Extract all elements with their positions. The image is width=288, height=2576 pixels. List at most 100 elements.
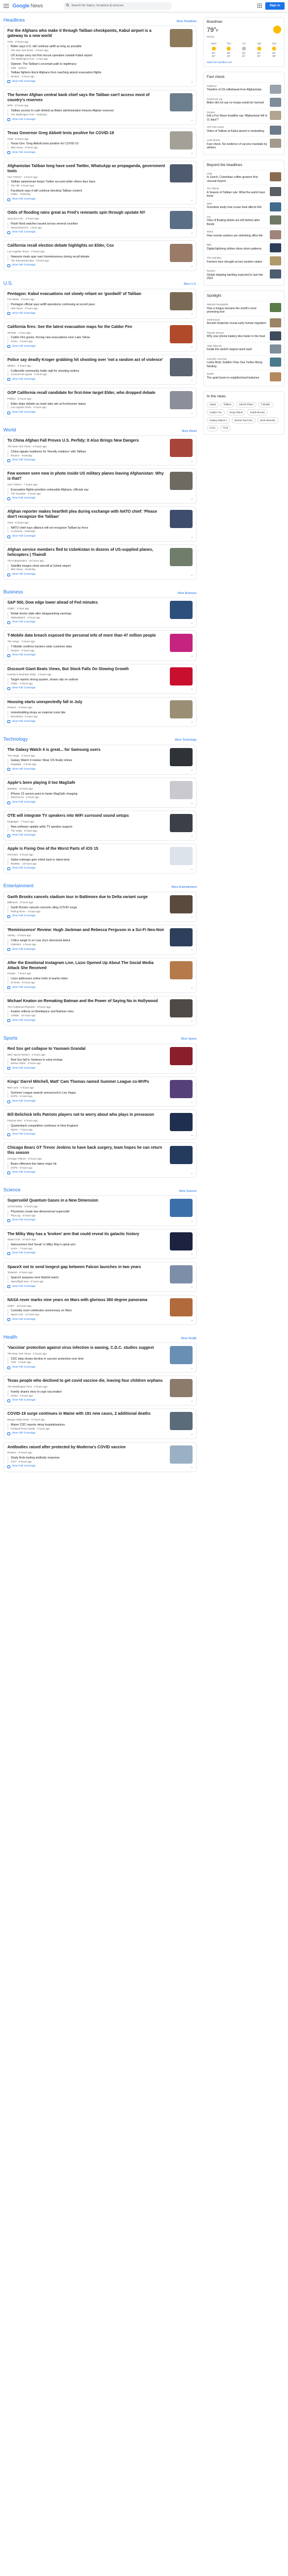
expand-chevron-icon[interactable]: ⌄ <box>191 1171 193 1175</box>
related-story[interactable]: NATO chief says alliance will not recogn… <box>7 526 166 533</box>
story-thumbnail[interactable] <box>170 358 193 376</box>
related-headline[interactable]: Facebook says it will continue blocking … <box>11 189 166 193</box>
story-headline[interactable]: S&P 500, Dow edge lower ahead of Fed min… <box>7 601 166 606</box>
expand-chevron-icon[interactable]: ⌄ <box>191 264 193 268</box>
expand-chevron-icon[interactable]: ⌄ <box>191 1252 193 1256</box>
related-headline[interactable]: Target reports strong quarter, shares sl… <box>11 678 166 682</box>
related-headline[interactable]: CDC data shows decline in vaccine protec… <box>11 1357 166 1361</box>
story-thumbnail[interactable] <box>170 895 193 913</box>
story-thumbnail[interactable] <box>170 781 193 800</box>
story-headline[interactable]: Garth Brooks cancels stadium tour in Bal… <box>7 895 166 900</box>
sidebar-story-title[interactable]: Global shipping backlog expected to last… <box>207 273 268 281</box>
expand-chevron-icon[interactable]: ⌄ <box>191 1019 193 1023</box>
story-thumbnail[interactable] <box>170 1146 193 1165</box>
story-headline[interactable]: The Milky Way has a 'broken' arm that co… <box>7 1232 166 1237</box>
related-headline[interactable]: US troops carry out first rescue operati… <box>11 54 166 58</box>
related-story[interactable]: Physicists create two-dimensional supers… <box>7 1210 166 1218</box>
related-headline[interactable]: Study finds lasting antibody response <box>11 1456 166 1460</box>
full-coverage-link[interactable]: View Full Coverage <box>7 1019 166 1023</box>
related-story[interactable]: Facebook says it will continue blocking … <box>7 189 166 196</box>
topic-chip[interactable]: Garth Brooks <box>247 409 268 416</box>
related-story[interactable]: Summer League awards announced in Las Ve… <box>7 1091 166 1099</box>
sidebar-story-title[interactable]: Inside the world's largest seed vault <box>207 348 268 352</box>
story-headline[interactable]: Apple's been playing it too MagSafe <box>7 781 166 786</box>
section-more-link[interactable]: More World <box>182 430 197 434</box>
related-headline[interactable]: Texas Gov. Greg Abbott tests positive fo… <box>11 142 166 146</box>
expand-chevron-icon[interactable]: ⌄ <box>191 412 193 416</box>
section-title[interactable]: Health <box>3 1334 18 1340</box>
story-headline[interactable]: Pentagon: Kabul evacuations not slowly r… <box>7 292 166 297</box>
story-thumbnail[interactable] <box>170 1298 193 1316</box>
story-thumbnail[interactable] <box>170 391 193 410</box>
related-story[interactable]: Astronomers find 'break' in Milky Way's … <box>7 1243 166 1250</box>
section-title[interactable]: U.S. <box>3 280 13 286</box>
full-coverage-link[interactable]: View Full Coverage <box>7 1432 166 1435</box>
sidebar-story-title[interactable]: Video of Taliban at Kabul airport is mis… <box>207 130 268 134</box>
story-thumbnail[interactable] <box>170 1346 193 1365</box>
full-coverage-link[interactable]: View Full Coverage <box>7 231 166 234</box>
related-story[interactable]: SpaceX prepares next Starlink batch Space… <box>7 1276 166 1283</box>
full-coverage-link[interactable]: View Full Coverage <box>7 654 166 657</box>
full-coverage-link[interactable]: View Full Coverage <box>7 801 166 804</box>
story-headline[interactable]: Discount Giant Beats Views, But Stock Fa… <box>7 667 166 672</box>
related-story[interactable]: Taliban spokesman keeps Twitter account … <box>7 180 166 188</box>
story-headline[interactable]: Texas people who declined to get covid v… <box>7 1379 166 1384</box>
sidebar-story-title[interactable]: Scientists study how ocean heat affects … <box>207 206 268 210</box>
section-more-link[interactable]: More Sports <box>181 1037 197 1041</box>
sidebar-story[interactable]: The Atlantic A Season of Taliban rule: Wh… <box>207 185 281 200</box>
story-thumbnail[interactable] <box>170 1265 193 1283</box>
story-thumbnail[interactable] <box>170 1046 193 1065</box>
sign-in-button[interactable]: Sign in <box>265 2 285 10</box>
expand-chevron-icon[interactable]: ⌄ <box>191 915 193 919</box>
related-headline[interactable]: Garth Brooks cancels concerts citing COV… <box>11 906 166 910</box>
related-headline[interactable]: Taliban access to cash limited as Biden … <box>11 109 166 113</box>
related-story[interactable]: Quarterback competition continues in New… <box>7 1124 166 1132</box>
full-coverage-link[interactable]: View Full Coverage <box>7 1252 166 1256</box>
expand-chevron-icon[interactable]: ⌄ <box>191 198 193 202</box>
related-headline[interactable]: iPhone 13 rumors point to faster MagSafe… <box>11 792 166 796</box>
sidebar-story-title[interactable]: The quiet boom in neighborhood bakeries <box>207 376 268 380</box>
related-headline[interactable]: Maine CDC reports rising hospitalization… <box>11 1423 166 1427</box>
related-story[interactable]: Evacuation flights prioritize vulnerable… <box>7 488 166 496</box>
related-headline[interactable]: Galaxy Watch 4 review: Wear OS finally s… <box>11 759 166 763</box>
section-title[interactable]: Business <box>3 589 23 595</box>
section-title[interactable]: Entertainment <box>3 883 34 889</box>
related-headline[interactable]: Keaton reflects on Beetlejuice and Batma… <box>11 1010 166 1014</box>
section-title[interactable]: Science <box>3 1187 20 1193</box>
expand-chevron-icon[interactable]: ⌄ <box>191 497 193 501</box>
story-thumbnail[interactable] <box>170 29 193 48</box>
topic-chip[interactable]: Caldor Fire <box>207 409 225 416</box>
story-thumbnail[interactable] <box>170 164 193 182</box>
expand-chevron-icon[interactable]: ⌄ <box>191 687 193 691</box>
logo[interactable]: Google News <box>12 3 43 10</box>
full-coverage-link[interactable]: View Full Coverage <box>7 986 166 990</box>
story-thumbnail[interactable] <box>170 93 193 111</box>
sidebar-story[interactable]: Lead Stories Fact check: No evidence of v… <box>207 136 281 151</box>
full-coverage-link[interactable]: View Full Coverage <box>7 720 166 724</box>
related-story[interactable]: China signals readiness for 'friendly re… <box>7 450 166 458</box>
topic-chip[interactable]: Ashraf Ghani <box>236 401 256 408</box>
story-headline[interactable]: Red Sox get collapse to Yasmani Grandal <box>7 1047 166 1052</box>
menu-icon[interactable] <box>3 3 9 9</box>
sidebar-story-title[interactable]: Biden did not say no troops would be har… <box>207 101 268 105</box>
expand-chevron-icon[interactable]: ⌄ <box>191 1285 193 1289</box>
weather-source[interactable]: Data from weather.com <box>207 61 281 64</box>
full-coverage-link[interactable]: View Full Coverage <box>7 621 166 624</box>
expand-chevron-icon[interactable]: ⌄ <box>191 1133 193 1137</box>
story-thumbnail[interactable] <box>170 211 193 230</box>
sidebar-story-title[interactable]: Orbs of floating debris are left behind … <box>207 219 268 226</box>
related-headline[interactable]: Pentagon official says airlift operation… <box>11 303 166 307</box>
full-coverage-link[interactable]: View Full Coverage <box>7 1219 166 1222</box>
story-headline[interactable]: To China Afghan Fall Proves U.S. Perfidy… <box>7 439 166 444</box>
story-thumbnail[interactable] <box>170 1232 193 1250</box>
sidebar-story-title[interactable]: How a fungus became the world's most pro… <box>207 307 268 314</box>
sidebar-story[interactable]: Snopes Did a Fox News headline say 'Afgha… <box>207 108 281 123</box>
story-thumbnail[interactable] <box>170 325 193 343</box>
expand-chevron-icon[interactable]: ⌄ <box>191 1067 193 1071</box>
related-headline[interactable]: Taliban spokesman keeps Twitter account … <box>11 180 166 184</box>
related-story[interactable]: Red Sox fall to Yankees in extra innings… <box>7 1058 166 1065</box>
expand-chevron-icon[interactable]: ⌄ <box>191 1219 193 1223</box>
story-headline[interactable]: 'Reminiscence' Review: Hugh Jackman and … <box>7 928 166 933</box>
expand-chevron-icon[interactable]: ⌄ <box>191 621 193 625</box>
related-headline[interactable]: Curiosity rover celebrates anniversary o… <box>11 1309 166 1313</box>
